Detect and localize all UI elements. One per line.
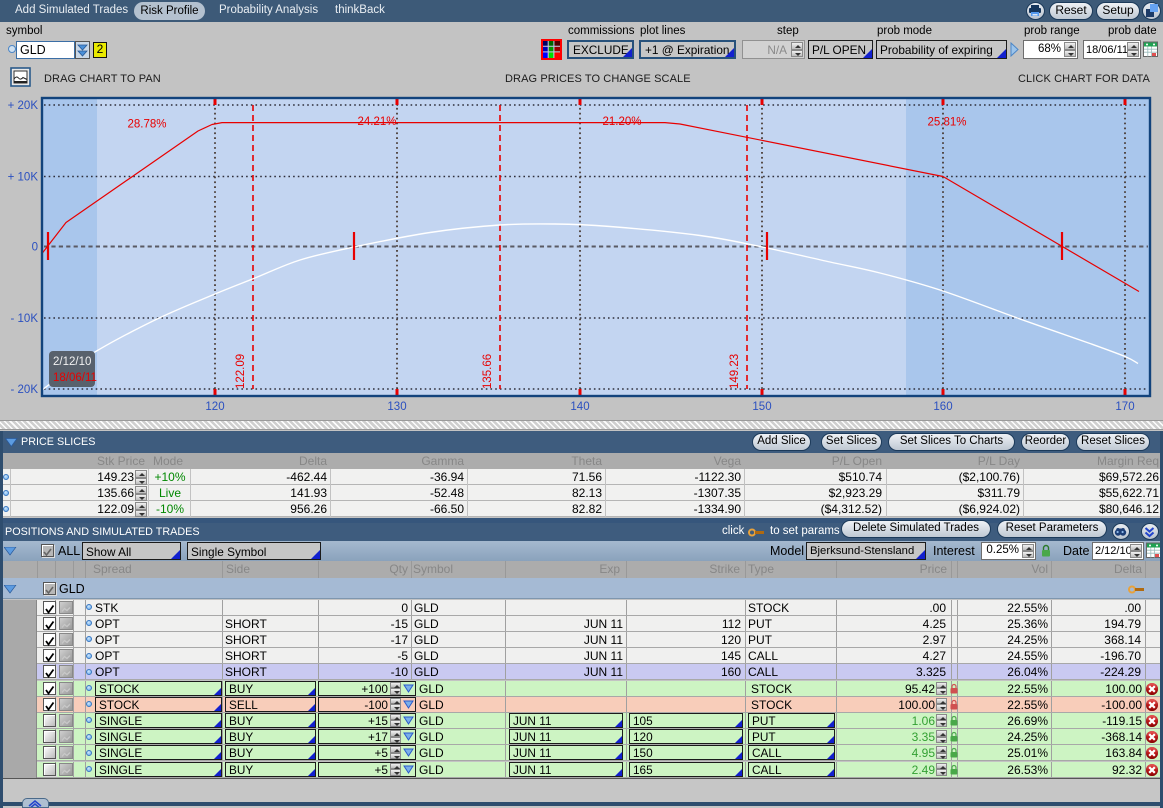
svg-text:149.23: 149.23 (729, 354, 741, 389)
svg-text:150: 150 (752, 401, 771, 413)
svg-text:- 20K: - 20K (11, 384, 39, 396)
svg-text:140: 140 (570, 401, 589, 413)
svg-text:24.21%: 24.21% (357, 116, 396, 128)
svg-text:170: 170 (1115, 401, 1134, 413)
svg-text:DRAG PRICES TO CHANGE SCALE: DRAG PRICES TO CHANGE SCALE (505, 73, 691, 85)
svg-text:21.20%: 21.20% (602, 116, 641, 128)
svg-text:0: 0 (32, 242, 38, 254)
svg-text:2/12/10: 2/12/10 (53, 356, 91, 368)
svg-text:- 10K: - 10K (11, 313, 39, 325)
svg-text:130: 130 (387, 401, 406, 413)
svg-text:DRAG CHART TO PAN: DRAG CHART TO PAN (44, 73, 161, 85)
svg-text:18/06/11: 18/06/11 (53, 372, 97, 384)
svg-text:122.09: 122.09 (235, 354, 247, 389)
svg-text:120: 120 (205, 401, 224, 413)
svg-text:135.66: 135.66 (482, 354, 494, 389)
svg-text:25.81%: 25.81% (927, 117, 966, 129)
svg-text:+ 10K: + 10K (8, 172, 39, 184)
svg-text:CLICK CHART FOR DATA: CLICK CHART FOR DATA (1018, 73, 1151, 85)
svg-text:+ 20K: + 20K (8, 100, 39, 112)
svg-text:28.78%: 28.78% (127, 119, 166, 131)
svg-text:160: 160 (933, 401, 952, 413)
